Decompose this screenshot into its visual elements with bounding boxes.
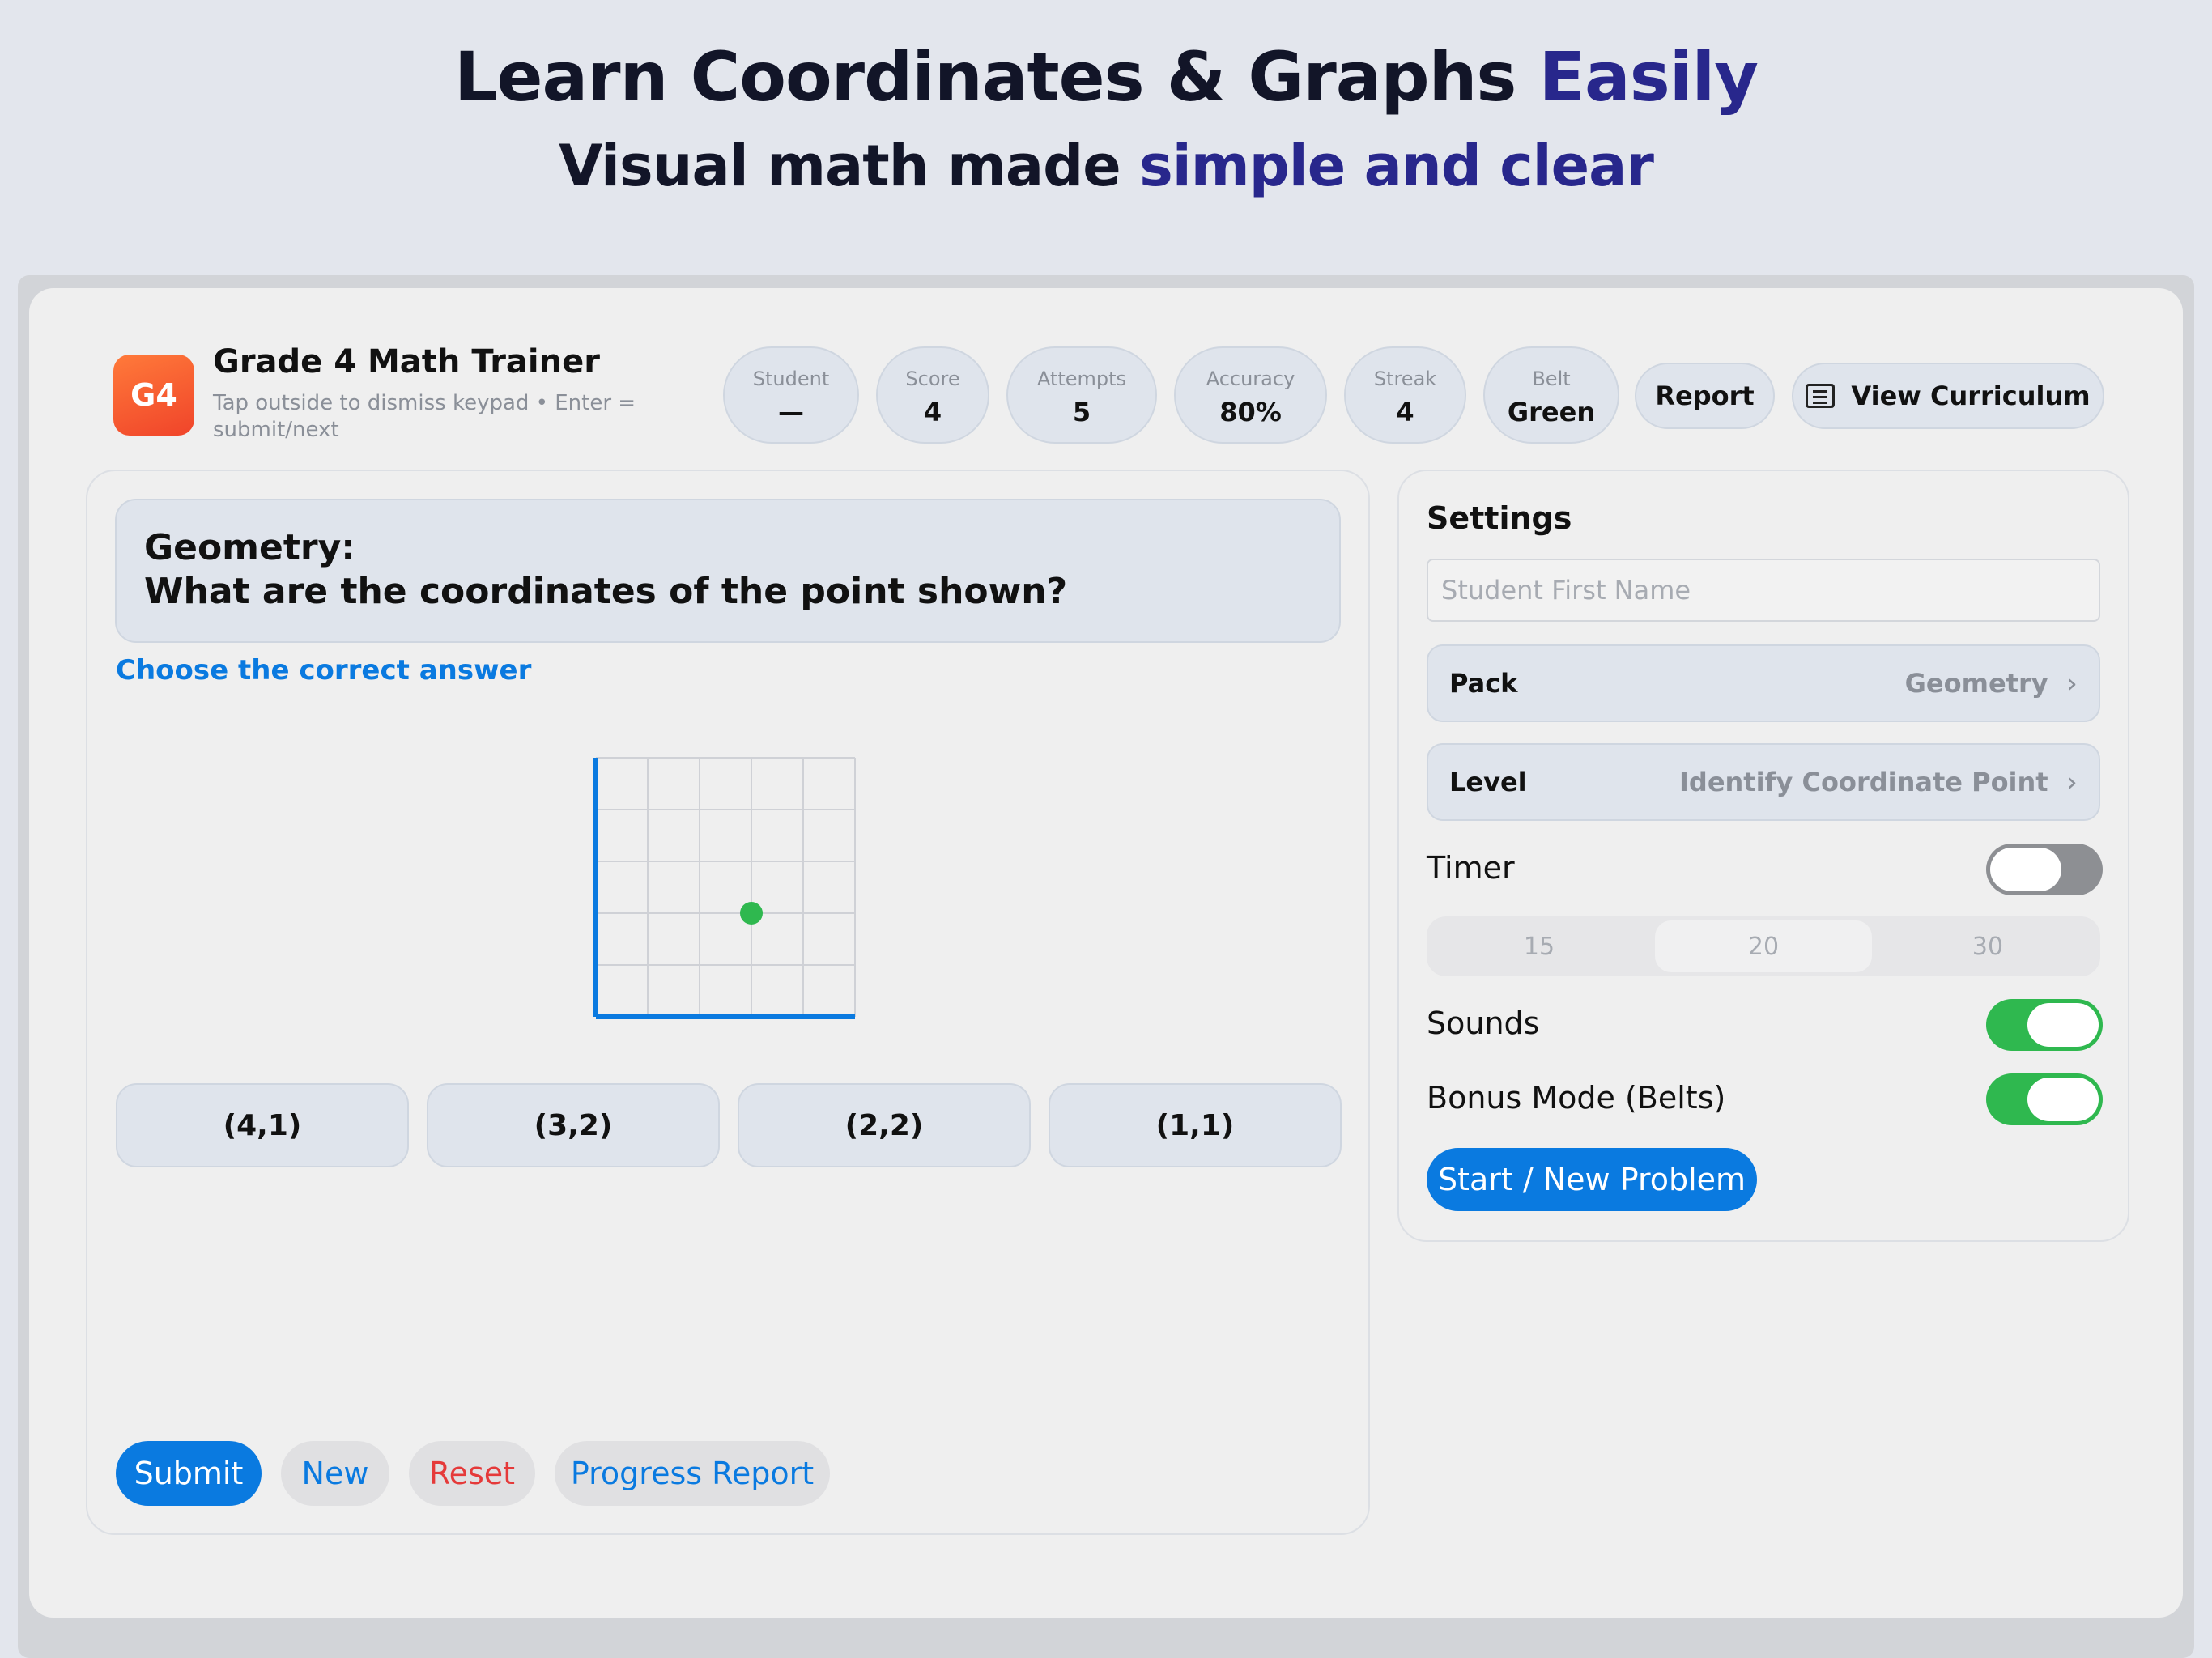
stat-value: 4: [1396, 397, 1414, 427]
timer-option-30[interactable]: 30: [1879, 920, 2096, 972]
progress-report-button[interactable]: Progress Report: [555, 1441, 830, 1506]
timer-duration-segmented: 15 20 30: [1427, 916, 2100, 976]
pack-value: Geometry: [1904, 668, 2048, 699]
level-value: Identify Coordinate Point: [1679, 767, 2048, 797]
level-label: Level: [1449, 767, 1527, 797]
sounds-label: Sounds: [1427, 1005, 1540, 1041]
chevron-right-icon: ›: [2065, 666, 2078, 700]
coordinate-grid: [593, 757, 856, 1019]
headline-title-part1: Learn Coordinates & Graphs: [453, 37, 1516, 117]
question-category: Geometry:: [144, 527, 355, 568]
stat-attempts: Attempts 5: [1006, 346, 1157, 444]
pack-label: Pack: [1449, 668, 1518, 699]
sounds-toggle[interactable]: [1986, 999, 2103, 1051]
toggle-knob: [2027, 1003, 2099, 1047]
stat-belt: Belt Green: [1483, 346, 1619, 444]
stat-score: Score 4: [876, 346, 989, 444]
stat-value: Green: [1507, 397, 1596, 427]
start-new-problem-button[interactable]: Start / New Problem: [1427, 1148, 1757, 1211]
stat-label: Score: [905, 368, 960, 390]
plotted-point: [740, 902, 763, 925]
answer-option[interactable]: (4,1): [116, 1083, 409, 1167]
stat-streak: Streak 4: [1344, 346, 1466, 444]
headline-title-part2: Easily: [1538, 37, 1759, 117]
timer-option-15[interactable]: 15: [1431, 920, 1648, 972]
stat-accuracy: Accuracy 80%: [1174, 346, 1327, 444]
timer-option-20[interactable]: 20: [1655, 920, 1872, 972]
answer-option[interactable]: (1,1): [1049, 1083, 1342, 1167]
app-logo: G4: [113, 355, 194, 436]
stat-value: 80%: [1219, 397, 1282, 427]
answer-option[interactable]: (3,2): [427, 1083, 720, 1167]
question-box: Geometry: What are the coordinates of th…: [115, 499, 1341, 643]
level-selector[interactable]: Level Identify Coordinate Point ›: [1427, 743, 2100, 821]
new-button[interactable]: New: [281, 1441, 389, 1506]
bonus-mode-toggle[interactable]: [1986, 1073, 2103, 1125]
answer-option[interactable]: (2,2): [738, 1083, 1031, 1167]
app-subtitle: Tap outside to dismiss keypad • Enter = …: [213, 391, 636, 442]
submit-button[interactable]: Submit: [116, 1441, 262, 1506]
toggle-knob: [2027, 1078, 2099, 1121]
headline-subtitle-part1: Visual math made: [559, 133, 1121, 199]
pack-selector[interactable]: Pack Geometry ›: [1427, 644, 2100, 722]
chevron-right-icon: ›: [2065, 765, 2078, 799]
view-curriculum-label: View Curriculum: [1851, 380, 2091, 411]
headline-subtitle: Visual math made simple and clear: [0, 121, 2212, 210]
timer-label: Timer: [1427, 850, 1515, 886]
app-title: Grade 4 Math Trainer: [213, 343, 600, 380]
stat-value: —: [778, 397, 804, 427]
question-text: What are the coordinates of the point sh…: [144, 571, 1068, 612]
stat-student: Student —: [723, 346, 859, 444]
settings-title: Settings: [1427, 500, 1572, 536]
answer-instruction: Choose the correct answer: [116, 654, 532, 687]
stat-value: 5: [1072, 397, 1091, 427]
grid-lines: [595, 757, 856, 1018]
bonus-mode-label: Bonus Mode (Belts): [1427, 1080, 1726, 1116]
reset-button[interactable]: Reset: [409, 1441, 535, 1506]
stat-label: Streak: [1373, 368, 1437, 390]
view-curriculum-button[interactable]: View Curriculum: [1792, 363, 2104, 429]
stat-value: 4: [923, 397, 942, 427]
toggle-knob: [1990, 848, 2061, 891]
headline-subtitle-part2: simple and clear: [1139, 133, 1654, 199]
stat-label: Attempts: [1036, 368, 1127, 390]
marketing-headline: Learn Coordinates & Graphs Easily Visual…: [0, 32, 2212, 210]
headline-title: Learn Coordinates & Graphs Easily: [0, 32, 2212, 121]
stat-label: Student: [752, 368, 830, 390]
document-icon: [1806, 384, 1836, 408]
student-name-input[interactable]: [1427, 559, 2100, 622]
stat-label: Belt: [1532, 368, 1571, 390]
stat-label: Accuracy: [1206, 368, 1295, 390]
timer-toggle[interactable]: [1986, 844, 2103, 895]
report-button[interactable]: Report: [1635, 363, 1775, 429]
